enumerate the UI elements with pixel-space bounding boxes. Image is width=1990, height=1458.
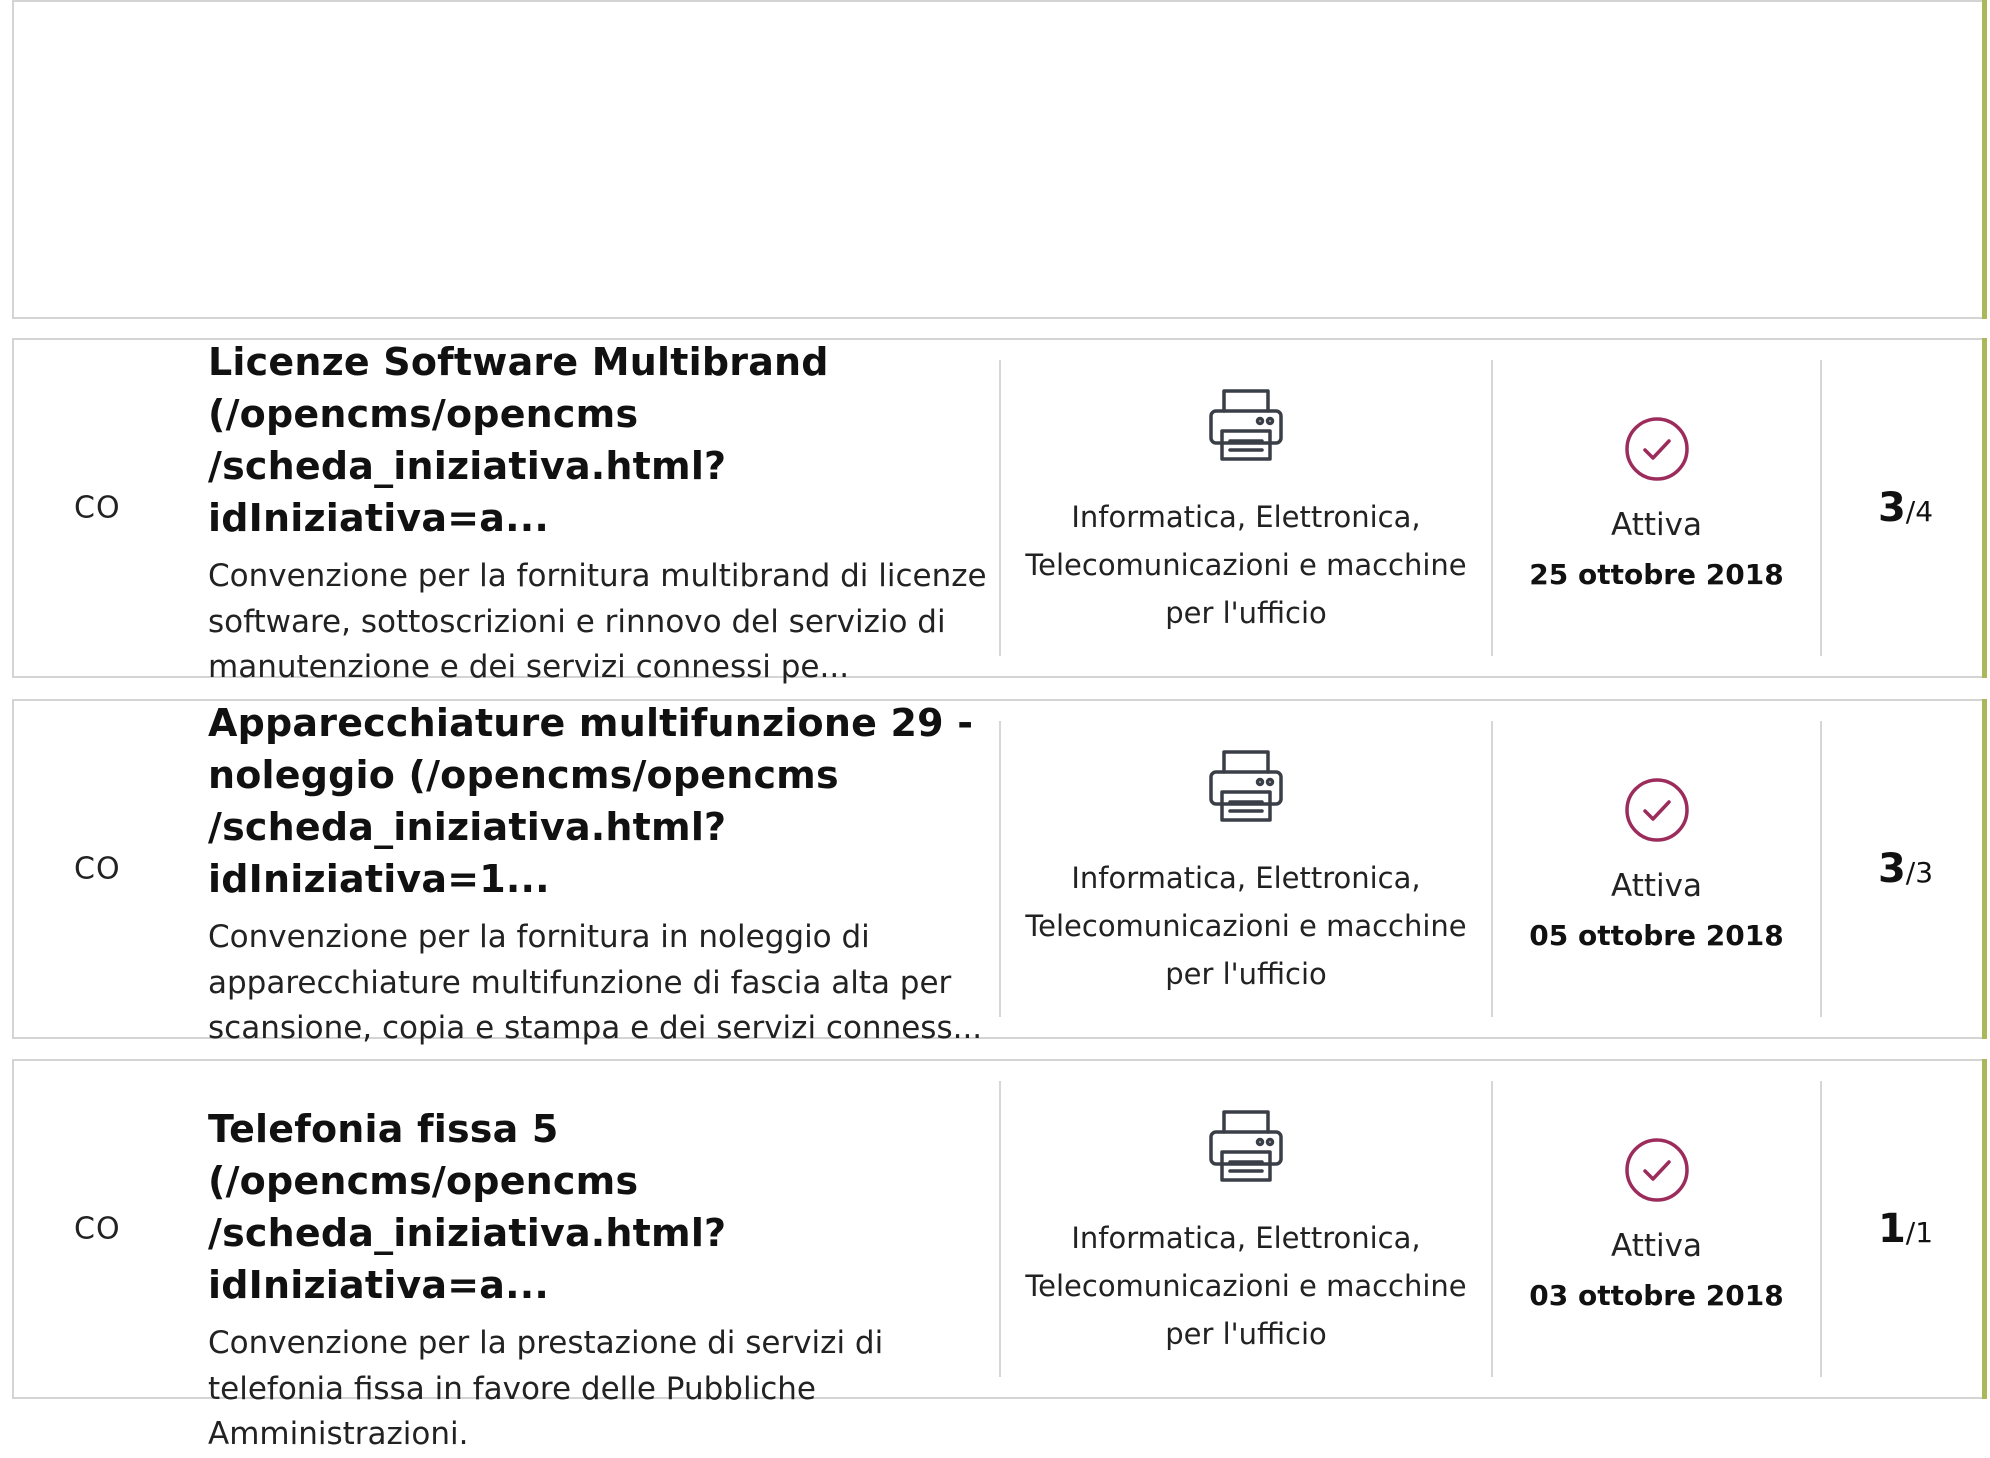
category-cell: Informatica, Elettronica, Telecomunicazi… (1001, 385, 1491, 637)
initiative-row: CO Apparecchiature multifunzione 29 - no… (12, 699, 1989, 1046)
initiative-description: Convenzione per la fornitura in noleggio… (208, 919, 983, 1046)
initiative-info: Apparecchiature multifunzione 29 - noleg… (208, 697, 993, 1052)
category-label: Informatica, Elettronica, Telecomunicazi… (1025, 861, 1467, 991)
lot-count: 1/1 (1822, 1206, 1989, 1252)
category-cell: Informatica, Elettronica, Telecomunicazi… (1001, 1106, 1491, 1358)
initiative-code: CO (74, 1211, 121, 1247)
initiative-title-link[interactable]: Telefonia fissa 5 (/opencms/opencms /sch… (208, 1103, 993, 1311)
status-label: Attiva (1611, 1228, 1702, 1264)
status-cell: Attiva 03 ottobre 2018 (1493, 1136, 1820, 1316)
initiative-title-link[interactable]: Apparecchiature multifunzione 29 - noleg… (208, 697, 993, 905)
initiative-description: Convenzione per la prestazione di serviz… (208, 1325, 884, 1452)
status-label: Attiva (1611, 868, 1702, 904)
category-label: Informatica, Elettronica, Telecomunicazi… (1025, 1221, 1467, 1351)
check-circle-icon (1624, 778, 1689, 842)
printer-icon (1209, 389, 1283, 461)
category-cell: Informatica, Elettronica, Telecomunicazi… (1001, 746, 1491, 998)
check-circle-icon (1624, 1138, 1689, 1202)
lot-count: 3/3 (1822, 846, 1989, 892)
initiative-row: CO Licenze Software Multibrand (/opencms… (12, 338, 1989, 685)
count-total: /1 (1905, 1216, 1934, 1249)
printer-icon (1209, 750, 1283, 822)
printer-icon (1209, 1110, 1283, 1182)
lot-count: 3/4 (1822, 485, 1989, 531)
initiative-title-link[interactable]: Licenze Software Multibrand (/opencms/op… (208, 336, 993, 544)
initiative-info: Telefonia fissa 5 (/opencms/opencms /sch… (208, 1103, 993, 1458)
category-label: Informatica, Elettronica, Telecomunicazi… (1025, 500, 1467, 630)
count-total: /4 (1905, 495, 1934, 528)
status-date: 03 ottobre 2018 (1529, 1279, 1784, 1312)
initiative-row: CO Telefonia fissa 5 (/opencms/opencms /… (12, 1059, 1989, 1452)
count-number: 1 (1877, 1206, 1906, 1252)
status-label: Attiva (1611, 507, 1702, 543)
count-number: 3 (1877, 846, 1906, 892)
initiative-info: Licenze Software Multibrand (/opencms/op… (208, 336, 993, 691)
status-cell: Attiva 25 ottobre 2018 (1493, 415, 1820, 595)
empty-card (12, 0, 1987, 319)
status-date: 25 ottobre 2018 (1529, 558, 1784, 591)
check-circle-icon (1624, 417, 1689, 481)
status-date: 05 ottobre 2018 (1529, 919, 1784, 952)
count-number: 3 (1877, 485, 1906, 531)
initiative-code: CO (74, 851, 121, 887)
initiative-description: Convenzione per la fornitura multibrand … (208, 558, 987, 685)
status-cell: Attiva 05 ottobre 2018 (1493, 776, 1820, 956)
initiative-code: CO (74, 490, 121, 526)
count-total: /3 (1905, 856, 1934, 889)
